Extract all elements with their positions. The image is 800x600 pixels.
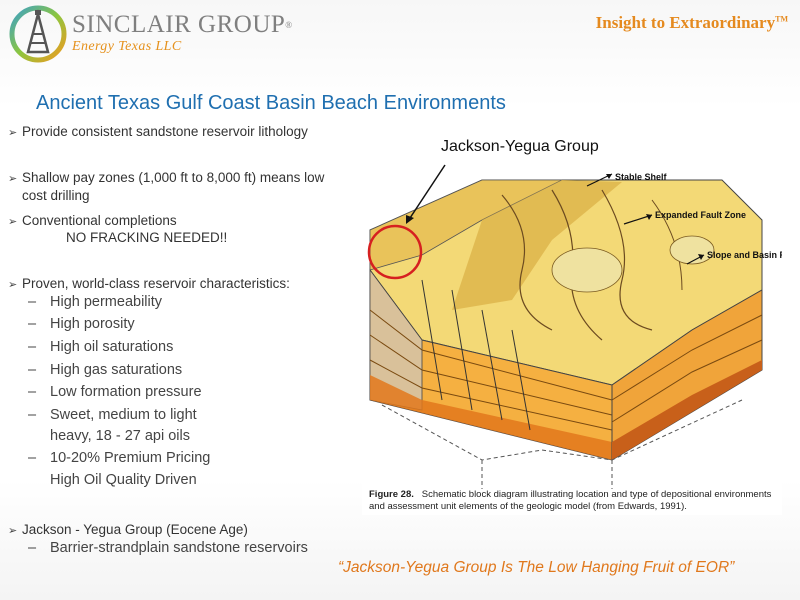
sub-bullet: –10-20% Premium Pricing xyxy=(28,450,211,466)
sub-bullet: – Sweet, medium to light xyxy=(28,407,197,423)
sub-bullet: – High permeability xyxy=(28,294,163,310)
sub-bullet: – High porosity xyxy=(28,316,135,332)
sub-bullet: – Low formation pressure xyxy=(28,384,202,400)
company-logo xyxy=(9,5,67,63)
brand: SINCLAIR GROUP® Energy Texas LLC xyxy=(72,12,293,55)
bullet-item: ➢ Jackson - Yegua Group (Eocene Age) xyxy=(8,522,248,537)
jackson-yegua-label: Jackson-Yegua Group xyxy=(441,138,599,155)
bullet-continuation: cost drilling xyxy=(22,188,90,203)
company-name: SINCLAIR GROUP® xyxy=(72,11,293,38)
arrow-bullet-icon: ➢ xyxy=(8,525,18,537)
bullet-item: ➢ Conventional completions xyxy=(8,213,177,228)
bullet-continuation: NO FRACKING NEEDED!! xyxy=(66,230,228,245)
arrow-bullet-icon: ➢ xyxy=(8,279,18,291)
figure-caption: Figure 28. Schematic block diagram illus… xyxy=(369,489,779,513)
arrow-bullet-icon: ➢ xyxy=(8,216,18,228)
block-diagram-figure: Stable Shelf Expanded Fault Zone Slope a… xyxy=(362,160,782,515)
sub-bullet-continuation: High Oil Quality Driven xyxy=(50,472,197,488)
sub-bullet-continuation: heavy, 18 - 27 api oils xyxy=(50,428,190,444)
bullet-item: ➢ Provide consistent sandstone reservoir … xyxy=(8,124,308,139)
bullet-item: ➢ Shallow pay zones (1,000 ft to 8,000 ft… xyxy=(8,170,325,185)
label-slope-basin-floor: Slope and Basin Floor xyxy=(707,250,782,260)
sub-bullet: – Barrier-strandplain sandstone reservoir… xyxy=(28,540,308,556)
label-stable-shelf: Stable Shelf xyxy=(615,172,668,182)
sub-bullet: – High oil saturations xyxy=(28,339,174,355)
quote-text: “Jackson-Yegua Group Is The Low Hanging … xyxy=(338,559,735,576)
company-subtitle: Energy Texas LLC xyxy=(72,39,182,54)
sub-bullet: – High gas saturations xyxy=(28,362,183,378)
bullet-item: ➢ Proven, world-class reservoir character… xyxy=(8,276,290,291)
label-expanded-fault-zone: Expanded Fault Zone xyxy=(655,210,746,220)
arrow-bullet-icon: ➢ xyxy=(8,173,18,185)
tagline: Insight to ExtraordinaryTM xyxy=(595,13,788,32)
slide-title: Ancient Texas Gulf Coast Basin Beach Env… xyxy=(36,92,506,114)
arrow-bullet-icon: ➢ xyxy=(8,127,18,139)
